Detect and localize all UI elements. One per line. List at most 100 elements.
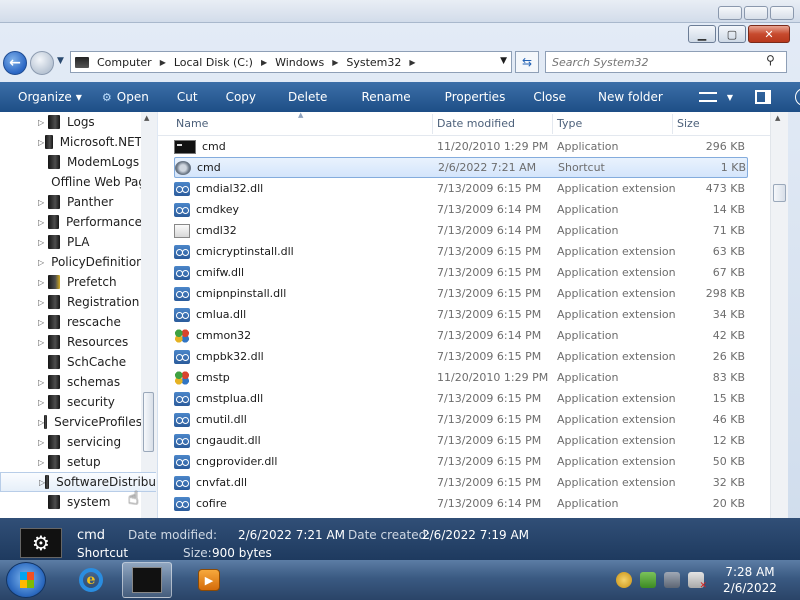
column-name[interactable]: Name — [176, 117, 208, 130]
help-button[interactable]: ? — [781, 82, 800, 112]
navigation-pane[interactable]: ▷Logs▷Microsoft.NET▷ModemLogs▷Offline We… — [0, 112, 157, 518]
expand-arrow-icon[interactable]: ▷ — [38, 198, 48, 207]
scroll-up-arrow-icon[interactable]: ▲ — [775, 114, 780, 122]
file-row[interactable]: cnvfat.dll 7/13/2009 6:15 PM Application e… — [174, 472, 748, 493]
nav-item[interactable]: ▷ModemLogs — [0, 152, 142, 172]
nav-item[interactable]: ▷ Performance — [0, 212, 142, 232]
nav-item[interactable]: ▷ PolicyDefinitions — [0, 252, 150, 272]
taskbar-internet-explorer[interactable]: e — [66, 562, 116, 598]
address-bar[interactable]: Computer ▶ Local Disk (C:) ▶ Windows ▶ Syst… — [70, 51, 512, 73]
close-window-button[interactable]: ✕ — [748, 25, 790, 43]
expand-arrow-icon[interactable]: ▷ — [38, 338, 48, 347]
tray-media-icon[interactable] — [616, 572, 632, 588]
scrollbar-thumb[interactable] — [773, 184, 786, 202]
file-row[interactable]: cmifw.dll 7/13/2009 6:15 PM Application ex… — [174, 262, 748, 283]
nav-item[interactable]: ▷ schemas — [0, 372, 142, 392]
folder-icon — [48, 295, 60, 309]
recent-pages-chevron-icon[interactable]: ▼ — [57, 56, 64, 66]
nav-item[interactable]: ▷ servicing — [0, 432, 142, 452]
start-button[interactable] — [6, 562, 46, 598]
file-row[interactable]: cmstplua.dll 7/13/2009 6:15 PM Application… — [174, 388, 748, 409]
file-row[interactable]: cmdl32 7/13/2009 6:14 PM Application 71 KB — [174, 220, 748, 241]
minimize-button[interactable]: ▁ — [688, 25, 716, 43]
preview-pane-button[interactable] — [743, 82, 781, 112]
file-row[interactable]: cmmon32 7/13/2009 6:14 PM Application 42 KB — [174, 325, 748, 346]
expand-arrow-icon[interactable]: ▷ — [38, 118, 48, 127]
expand-arrow-icon[interactable]: ▷ — [38, 218, 48, 227]
nav-item[interactable]: ▷ Logs — [0, 112, 142, 132]
nav-item[interactable]: ▷ security — [0, 392, 142, 412]
nav-item[interactable]: ▷ Registration — [0, 292, 142, 312]
back-button[interactable]: ← — [3, 51, 27, 75]
breadcrumb-local-disk[interactable]: Local Disk (C:) ▶ — [174, 56, 267, 69]
nav-item[interactable]: ▷ rescache — [0, 312, 142, 332]
file-row[interactable]: cmstp 11/20/2010 1:29 PM Application 83 KB — [174, 367, 748, 388]
expand-arrow-icon[interactable]: ▷ — [38, 278, 48, 287]
taskbar-media-player[interactable]: ▶ — [184, 562, 234, 598]
open-button[interactable]: ⚙ Open — [92, 82, 159, 112]
search-input[interactable] — [545, 51, 787, 73]
new-folder-button[interactable]: New folder — [576, 82, 673, 112]
nav-item[interactable]: ▷SchCache — [0, 352, 142, 372]
expand-arrow-icon[interactable]: ▷ — [38, 398, 48, 407]
nav-item[interactable]: ▷ Prefetch — [0, 272, 142, 292]
nav-item[interactable]: ▷Offline Web Pages — [0, 172, 156, 192]
forward-button[interactable] — [30, 51, 54, 75]
breadcrumb-system32[interactable]: System32 ▶ — [346, 56, 415, 69]
file-name: cmpbk32.dll — [196, 350, 264, 363]
expand-arrow-icon[interactable]: ▷ — [38, 458, 48, 467]
refresh-button[interactable]: ⇆ — [515, 51, 539, 73]
nav-item[interactable]: ▷ PLA — [0, 232, 142, 252]
copy-button[interactable]: Copy — [208, 82, 266, 112]
maximize-button[interactable]: ▢ — [718, 25, 746, 43]
expand-arrow-icon[interactable]: ▷ — [38, 238, 48, 247]
expand-arrow-icon[interactable]: ▷ — [38, 258, 44, 267]
change-view-button[interactable]: ▼ — [673, 82, 743, 112]
expand-arrow-icon[interactable]: ▷ — [38, 318, 48, 327]
cut-button[interactable]: Cut — [159, 82, 208, 112]
close-button[interactable]: Close — [515, 82, 576, 112]
file-row[interactable]: cmd 11/20/2010 1:29 PM Application 296 KB — [174, 136, 748, 157]
file-row[interactable]: cmdkey 7/13/2009 6:14 PM Application 14 KB — [174, 199, 748, 220]
breadcrumb-windows[interactable]: Windows ▶ — [275, 56, 338, 69]
file-row[interactable]: cngprovider.dll 7/13/2009 6:15 PM Applicat… — [174, 451, 748, 472]
nav-item[interactable]: ▷system — [0, 492, 142, 512]
taskbar-clock[interactable]: 7:28 AM 2/6/2022 — [717, 564, 783, 596]
nav-item[interactable]: ▷ Resources — [0, 332, 142, 352]
file-list-scrollbar[interactable]: ▲ — [770, 112, 788, 518]
nav-item[interactable]: ▷ ServiceProfiles — [0, 412, 142, 432]
expand-arrow-icon[interactable]: ▷ — [38, 438, 48, 447]
expand-arrow-icon[interactable]: ▷ — [38, 298, 48, 307]
scroll-up-arrow-icon[interactable]: ▲ — [144, 114, 149, 122]
tray-action-center-icon[interactable] — [640, 572, 656, 588]
file-row[interactable]: cmdial32.dll 7/13/2009 6:15 PM Application… — [174, 178, 748, 199]
column-date-modified[interactable]: Date modified — [437, 117, 515, 130]
tray-volume-muted-icon[interactable] — [688, 572, 707, 591]
properties-button[interactable]: Properties — [421, 82, 516, 112]
file-row[interactable]: cmutil.dll 7/13/2009 6:15 PM Application e… — [174, 409, 748, 430]
file-row[interactable]: cmpbk32.dll 7/13/2009 6:15 PM Application … — [174, 346, 748, 367]
file-row[interactable]: cofire 7/13/2009 6:14 PM Application 20 KB — [174, 493, 748, 514]
breadcrumb-computer[interactable]: Computer ▶ — [97, 56, 166, 69]
file-row[interactable]: cmd 2/6/2022 7:21 AM Shortcut 1 KB — [174, 157, 748, 178]
taskbar-command-prompt[interactable] — [122, 562, 172, 598]
nav-item[interactable]: ▷ Microsoft.NET — [0, 132, 142, 152]
search-icon[interactable]: ⚲ — [766, 53, 775, 67]
rename-button[interactable]: Rename — [337, 82, 420, 112]
navigation-scrollbar[interactable]: ▲ — [141, 112, 157, 518]
address-dropdown-icon[interactable]: ▼ — [500, 56, 507, 66]
expand-arrow-icon[interactable]: ▷ — [38, 138, 45, 147]
file-row[interactable]: cmipnpinstall.dll 7/13/2009 6:15 PM Applic… — [174, 283, 748, 304]
nav-item[interactable]: ▷ Panther — [0, 192, 142, 212]
file-row[interactable]: cmicryptinstall.dll 7/13/2009 6:15 PM Appl… — [174, 241, 748, 262]
file-row[interactable]: cngaudit.dll 7/13/2009 6:15 PM Application… — [174, 430, 748, 451]
tray-network-icon[interactable] — [664, 572, 680, 588]
organize-button[interactable]: Organize ▼ — [0, 82, 92, 112]
file-row[interactable]: cmlua.dll 7/13/2009 6:15 PM Application ex… — [174, 304, 748, 325]
scrollbar-thumb[interactable] — [143, 392, 154, 452]
delete-button[interactable]: Delete — [266, 82, 337, 112]
nav-item[interactable]: ▷ setup — [0, 452, 142, 472]
expand-arrow-icon[interactable]: ▷ — [38, 378, 48, 387]
column-size[interactable]: Size — [677, 117, 700, 130]
column-type[interactable]: Type — [557, 117, 582, 130]
